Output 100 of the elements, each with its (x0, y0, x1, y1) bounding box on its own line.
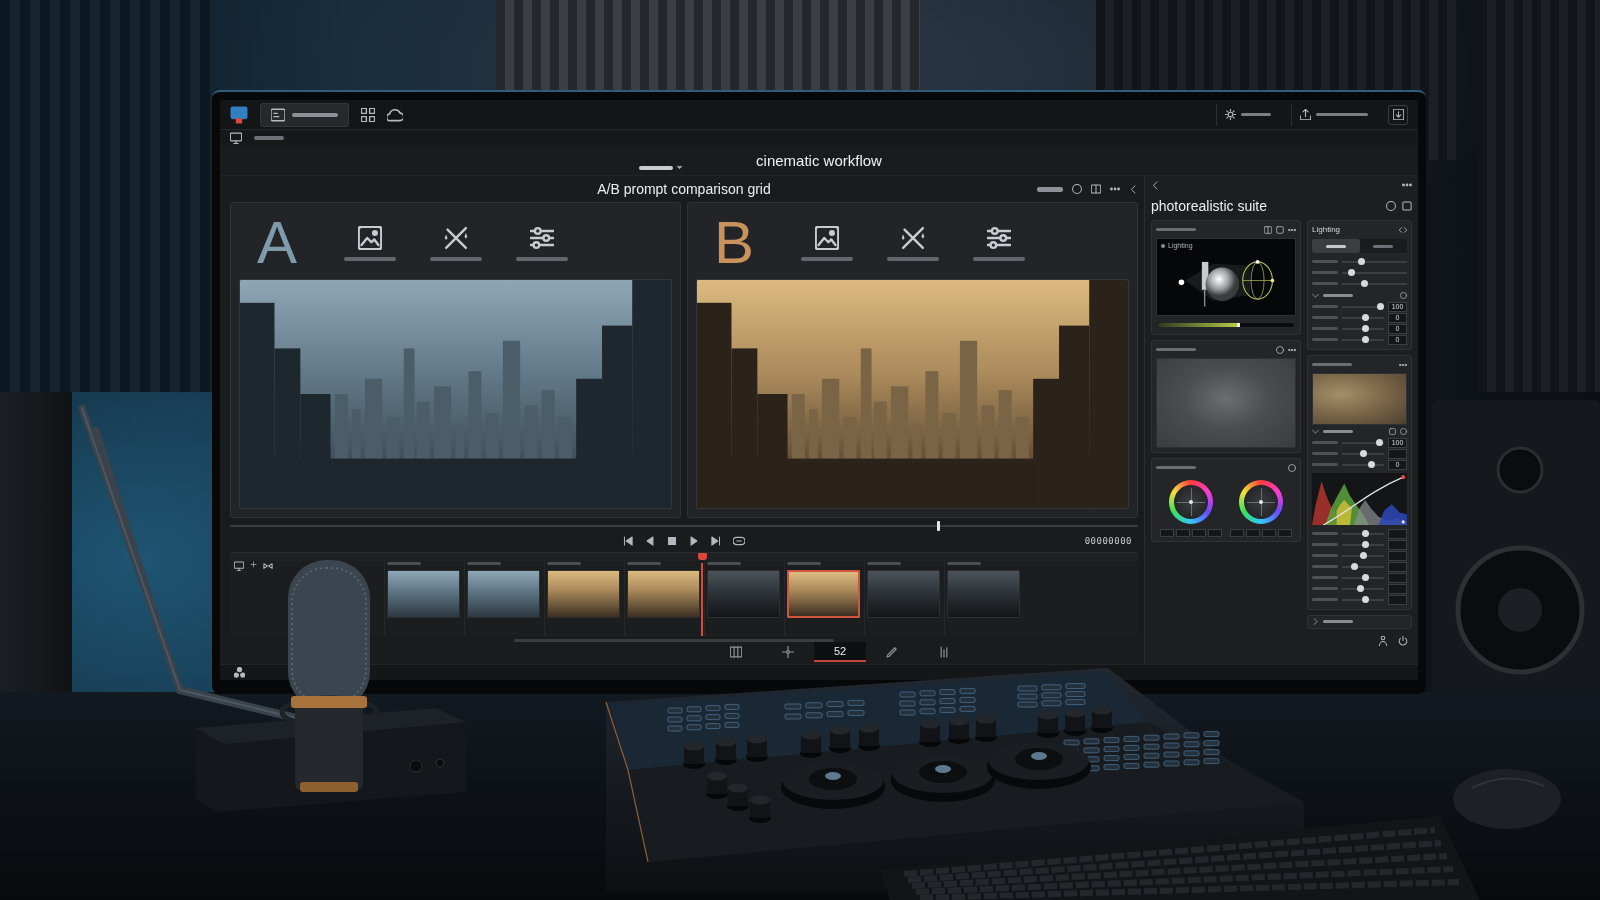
cloud-icon[interactable] (387, 106, 403, 123)
photo-placeholder[interactable] (387, 570, 460, 618)
label-bar (1312, 338, 1338, 341)
value-field[interactable] (1388, 594, 1407, 605)
circle-icon[interactable] (1400, 291, 1407, 299)
scrubber-handle[interactable] (936, 521, 940, 531)
light-slider-track[interactable] (1158, 323, 1294, 327)
mode-tab[interactable] (1312, 239, 1360, 253)
chevron-left-icon[interactable] (1129, 184, 1138, 194)
slider-thumb[interactable] (1377, 303, 1385, 310)
monitor-icon[interactable] (230, 132, 242, 144)
monitor-icon[interactable] (234, 561, 244, 571)
value-field[interactable] (1160, 529, 1174, 537)
more-icon[interactable] (1402, 180, 1412, 190)
workspace-tab[interactable] (260, 102, 349, 127)
split-icon[interactable] (1264, 225, 1272, 234)
play-icon[interactable] (689, 536, 699, 546)
code-icon[interactable] (1399, 225, 1407, 234)
label-bar (1323, 429, 1353, 433)
slider-thumb[interactable] (1361, 596, 1369, 603)
value-field[interactable] (1192, 529, 1206, 537)
more-icon[interactable] (1110, 184, 1120, 194)
color-wheel[interactable] (1169, 480, 1213, 524)
slider-thumb[interactable] (1361, 541, 1369, 548)
split-icon[interactable] (1091, 184, 1101, 194)
photo-placeholder[interactable] (547, 570, 620, 618)
export-button[interactable] (1388, 104, 1408, 125)
label-bar (787, 562, 821, 565)
playhead-handle[interactable] (697, 553, 707, 560)
circle-icon[interactable] (1386, 201, 1396, 211)
circle-icon[interactable] (1288, 463, 1296, 472)
label-bar (1312, 260, 1338, 263)
circle-icon[interactable] (1400, 427, 1407, 435)
app-logo-icon[interactable] (230, 105, 248, 124)
sliders-icon (530, 225, 555, 250)
slider-thumb[interactable] (1348, 269, 1356, 276)
grid-icon[interactable] (361, 107, 375, 122)
label-bar (1312, 532, 1338, 535)
slider-thumb[interactable] (1351, 563, 1359, 570)
crossed-wands-icon (444, 225, 469, 250)
photo-placeholder[interactable] (627, 570, 700, 618)
collapsed-section-row[interactable] (1307, 615, 1412, 629)
previous-icon[interactable] (645, 536, 655, 546)
slider-thumb[interactable] (1361, 314, 1369, 321)
label-bar (1156, 348, 1196, 351)
chevron-down-icon[interactable] (1312, 291, 1319, 299)
value-field[interactable] (1388, 583, 1407, 594)
slider-thumb[interactable] (1361, 325, 1369, 332)
value-field[interactable] (1388, 528, 1407, 539)
square-icon[interactable] (1276, 225, 1284, 234)
circles-logo-icon[interactable] (234, 667, 245, 678)
value-field[interactable] (1388, 572, 1407, 583)
loop-icon[interactable] (733, 535, 745, 547)
variant-letter: B (714, 213, 755, 273)
power-icon[interactable] (1398, 636, 1408, 646)
value-field[interactable] (1262, 529, 1276, 537)
mode-switch[interactable] (1312, 239, 1407, 253)
slider-thumb[interactable] (1359, 552, 1367, 559)
skip-forward-icon[interactable] (711, 536, 721, 546)
label-bar (1156, 466, 1196, 469)
chevron-left-icon[interactable] (1151, 180, 1160, 190)
photo-placeholder[interactable] (787, 570, 860, 618)
slider-thumb[interactable] (1361, 574, 1369, 581)
label-bar (947, 562, 981, 565)
value-field[interactable] (1246, 529, 1260, 537)
value-field[interactable] (1176, 529, 1190, 537)
square-icon[interactable] (1402, 201, 1412, 211)
bowtie-icon[interactable] (263, 561, 273, 571)
slider-thumb[interactable] (1357, 585, 1365, 592)
circle-icon[interactable] (1072, 184, 1082, 194)
status-dot-icon (1161, 243, 1165, 248)
color-wheel[interactable] (1239, 480, 1283, 524)
value-field[interactable] (1278, 529, 1292, 537)
slider-thumb[interactable] (1376, 439, 1384, 446)
value-field[interactable] (1230, 529, 1244, 537)
value-field[interactable] (1388, 561, 1407, 572)
slider-thumb[interactable] (1359, 450, 1367, 457)
slider-thumb[interactable] (1361, 530, 1369, 537)
value-field[interactable] (1388, 550, 1407, 561)
photo-placeholder[interactable] (467, 570, 540, 618)
timeline-scrollbar[interactable] (514, 639, 834, 642)
slider-thumb[interactable] (1361, 336, 1369, 343)
skip-back-icon[interactable] (623, 536, 633, 546)
slider-thumb[interactable] (1361, 280, 1369, 287)
chevron-down-icon[interactable] (1312, 427, 1319, 435)
person-icon[interactable] (1378, 636, 1388, 646)
slider-fill[interactable] (1158, 323, 1240, 327)
value-field[interactable] (1388, 448, 1407, 459)
value-field[interactable] (1388, 539, 1407, 550)
slider-thumb[interactable] (1367, 461, 1375, 468)
variant-letter: A (257, 213, 298, 273)
slider-thumb[interactable] (1358, 258, 1365, 265)
value-field[interactable] (1208, 529, 1222, 537)
circle-icon[interactable] (1276, 345, 1284, 354)
stop-icon[interactable] (667, 536, 677, 546)
label-bar (1323, 293, 1353, 297)
square-icon[interactable] (1389, 427, 1396, 435)
plus-icon[interactable] (250, 561, 257, 568)
page-tab[interactable]: 52 (814, 641, 866, 662)
level-bars-icon (938, 645, 950, 658)
